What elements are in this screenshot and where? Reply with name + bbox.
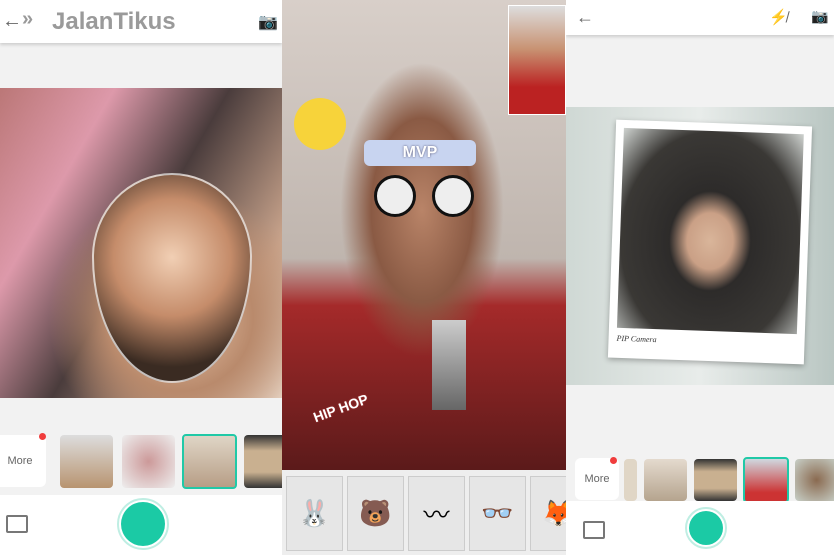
camera-preview: PIP Camera [566, 107, 834, 385]
hip-hop-sticker: HIP HOP [310, 390, 371, 426]
thumbnail-heart-frame[interactable] [122, 435, 175, 488]
thumbnail-glass-frame[interactable] [60, 435, 113, 488]
thumbnail-partial[interactable] [624, 459, 637, 501]
sticker-tile-bear[interactable]: 🐻 [347, 476, 404, 551]
thumbnail-film-frame[interactable] [244, 435, 282, 488]
polaroid-frame: PIP Camera [607, 119, 813, 365]
thumbnail-polaroid-frame[interactable] [743, 457, 789, 503]
notification-dot [39, 433, 46, 440]
bottom-bar [566, 501, 834, 555]
headband-sticker: MVP [364, 140, 476, 166]
logo-chevrons-icon: » [22, 8, 35, 30]
microphone-sticker [432, 320, 466, 410]
arrow-left-icon[interactable]: ← [2, 10, 22, 33]
gallery-icon[interactable] [583, 521, 605, 539]
thumbnail-water-drop-frame[interactable] [182, 434, 237, 489]
more-button[interactable]: More [575, 458, 619, 500]
middle-screen: MVP HIP HOP 🐰 🐻 〰 👓 🦊 [282, 0, 566, 555]
thumbnail-water-drop-frame[interactable] [644, 459, 687, 501]
top-bar: ← ⚡̸ 📷 [566, 0, 834, 35]
shutter-button[interactable] [685, 507, 727, 549]
sticker-tile-glasses[interactable]: 👓 [469, 476, 526, 551]
water-drop-frame [92, 173, 252, 383]
thumbnail-bubble-frame[interactable] [795, 459, 834, 501]
right-screen: ← ⚡̸ 📷 PIP Camera More [566, 0, 834, 555]
sticker-tile-braids[interactable]: 〰 [408, 476, 465, 551]
flash-off-icon[interactable]: ⚡̸ [769, 8, 788, 26]
shutter-button[interactable] [117, 498, 169, 550]
glasses-left-lens [374, 175, 416, 217]
frame-caption: PIP Camera [616, 333, 657, 345]
bottom-bar [0, 495, 282, 555]
preview-inset[interactable] [508, 5, 566, 115]
left-screen: ← » JalanTikus 📷 More [0, 0, 282, 555]
notification-dot [610, 457, 617, 464]
camera-preview: MVP HIP HOP [282, 0, 566, 470]
camera-switch-icon[interactable]: 📷 [811, 8, 828, 25]
more-button[interactable]: More [0, 435, 46, 487]
top-bar: ← » JalanTikus 📷 [0, 0, 282, 43]
frame-photo [616, 127, 804, 335]
sticker-tile-character[interactable]: 🦊 [530, 476, 566, 551]
more-label: More [7, 455, 33, 467]
emoji-sticker [294, 98, 346, 150]
thumbnail-film-frame[interactable] [694, 459, 737, 501]
camera-switch-icon[interactable]: 📷 [258, 12, 278, 32]
glasses-right-lens [432, 175, 474, 217]
more-label: More [584, 473, 610, 485]
watermark-logo: JalanTikus [52, 8, 176, 35]
gallery-icon[interactable] [6, 515, 28, 533]
camera-preview [0, 88, 282, 398]
sticker-tile-bunny[interactable]: 🐰 [286, 476, 343, 551]
arrow-left-icon[interactable]: ← [576, 7, 594, 28]
